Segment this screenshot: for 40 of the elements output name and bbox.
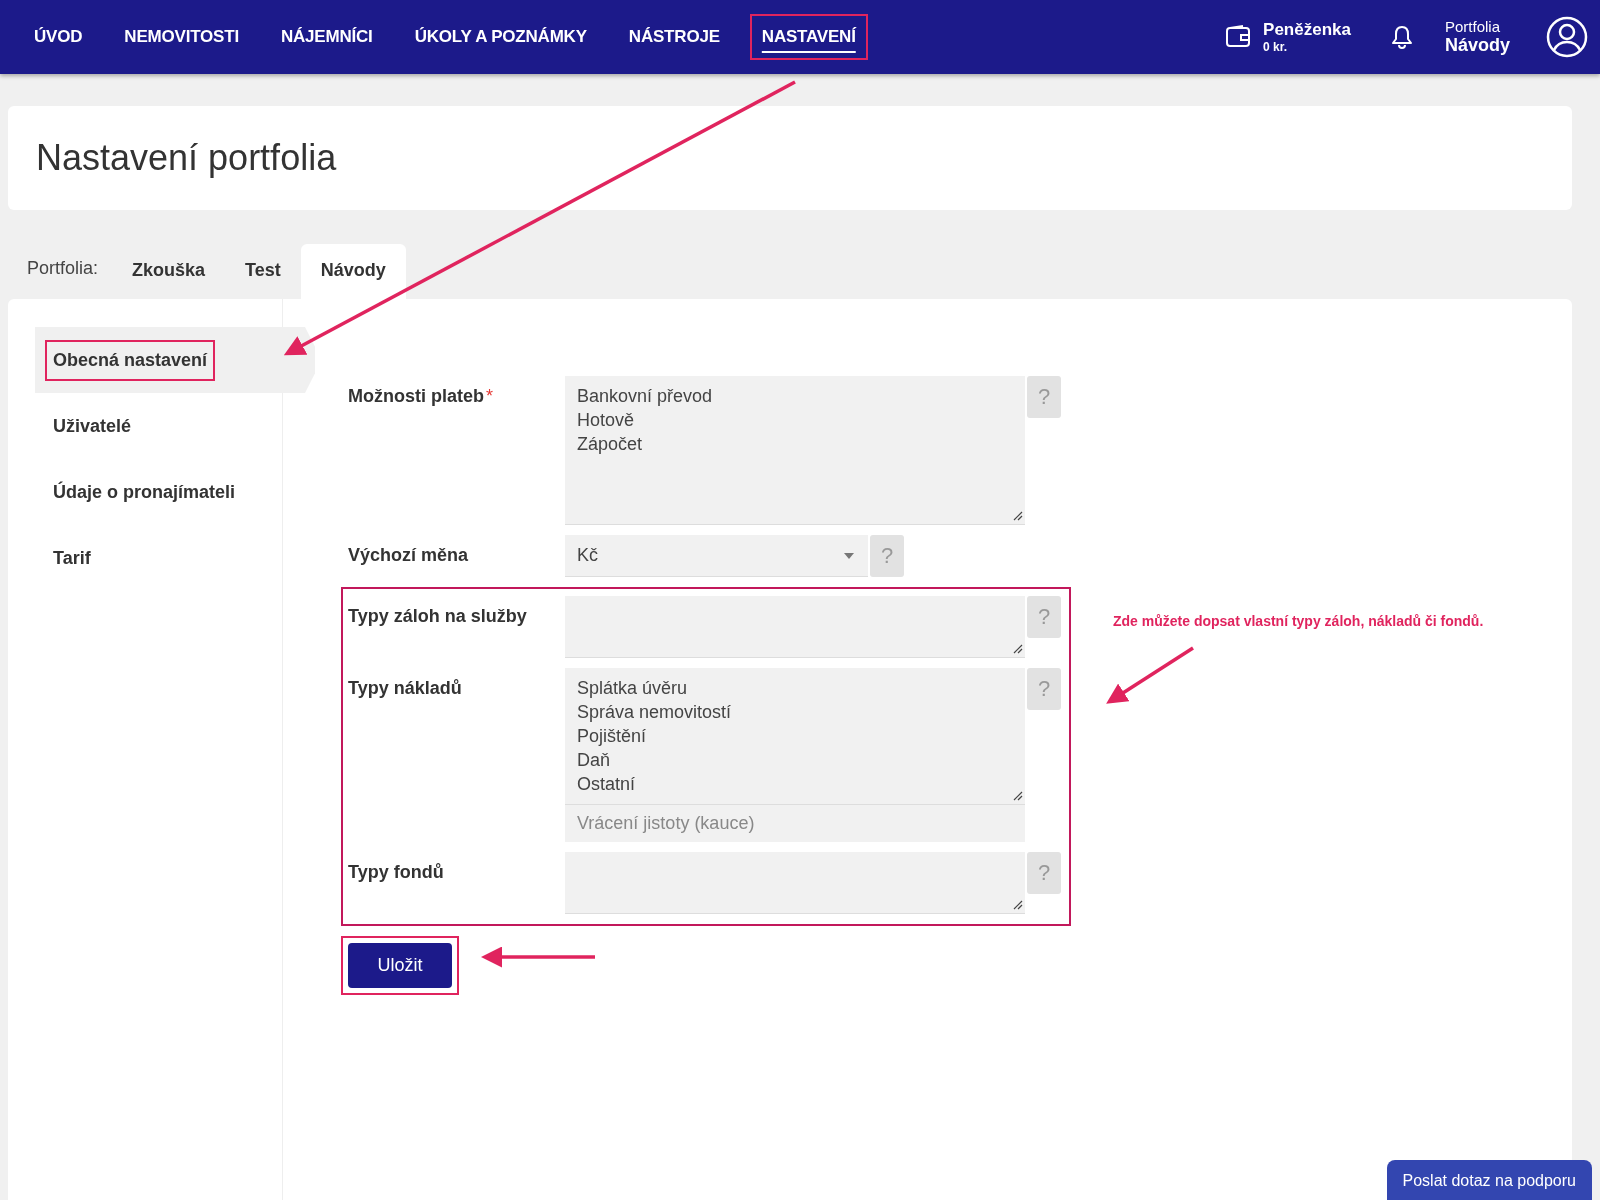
sidebar-item[interactable]: Údaje o pronajímateli <box>45 471 244 513</box>
field-label: Výchozí měna <box>348 545 469 566</box>
resize-grip-icon[interactable] <box>1013 791 1023 801</box>
field-label: Typy nákladů <box>348 678 462 699</box>
sidebar-item[interactable]: Uživatelé <box>45 405 140 447</box>
currency-dropdown[interactable]: Kč <box>565 535 868 577</box>
field-label: Typy záloh na služby <box>348 606 527 627</box>
input-field[interactable]: Vrácení jistoty (kauce) <box>565 805 1025 842</box>
field-label: Typy fondů <box>348 862 444 883</box>
resize-grip-icon[interactable] <box>1013 511 1023 521</box>
wallet-label[interactable]: Peněženka <box>1263 20 1351 40</box>
wallet-icon[interactable] <box>1225 25 1252 49</box>
resize-grip-icon[interactable] <box>1013 644 1023 654</box>
sidebar-item[interactable]: Tarif <box>45 537 99 579</box>
nav-link[interactable]: NASTAVENÍ <box>749 14 868 60</box>
page-title: Nastavení portfolia <box>36 137 337 179</box>
nav-link[interactable]: ÚKOLY A POZNÁMKY <box>402 14 599 60</box>
nav-link[interactable]: NÁSTROJE <box>616 14 732 60</box>
portfolio-tab[interactable]: Zkouška <box>112 244 226 299</box>
portfolio-tab[interactable]: Návody <box>300 244 406 299</box>
caret-icon <box>844 552 854 559</box>
text-area[interactable]: Splátka úvěru Správa nemovitostí Pojištění Daň Ostatní <box>565 668 1025 805</box>
resize-grip-icon[interactable] <box>1013 900 1023 910</box>
nav-link[interactable]: ÚVOD <box>22 14 95 60</box>
nav-link[interactable]: NÁJEMNÍCI <box>268 14 385 60</box>
user-avatar-icon[interactable] <box>1546 16 1588 58</box>
notification-bell-icon[interactable] <box>1390 25 1413 49</box>
current-portfolio[interactable]: Návody <box>1444 35 1510 56</box>
sidebar-item[interactable]: Obecná nastavení <box>45 339 216 381</box>
field-label: Možnosti plateb <box>348 386 484 407</box>
support-button[interactable]: Poslat dotaz na podporu <box>1386 1160 1592 1200</box>
annotation-note: Zde můžete dopsat vlastní typy záloh, nákladů či fondů. <box>1113 613 1484 629</box>
wallet-balance: 0 kr. <box>1263 40 1289 54</box>
required-mark: * <box>486 386 493 407</box>
portfolios-label: Portfolia: <box>26 258 100 280</box>
portfolio-caption: Portfolia <box>1444 18 1501 35</box>
save-button[interactable]: Uložit <box>348 943 452 988</box>
nav-link[interactable]: NEMOVITOSTI <box>112 14 251 60</box>
portfolio-tab[interactable]: Test <box>225 244 301 299</box>
text-area[interactable]: Bankovní převod Hotově Zápočet <box>565 376 1025 525</box>
